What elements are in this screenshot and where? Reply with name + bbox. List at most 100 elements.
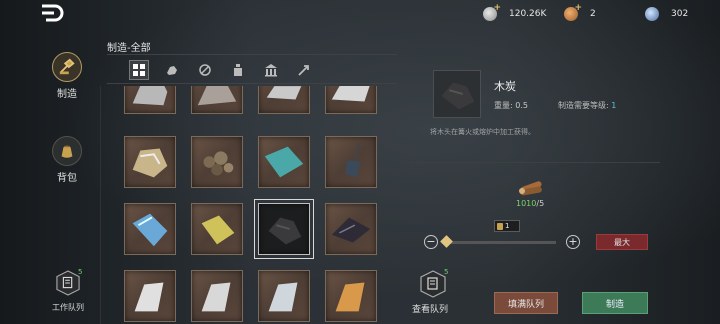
material-have: 1010 [516, 199, 537, 208]
sulfur-icon [201, 215, 235, 245]
potion-icon [234, 64, 242, 76]
minus-icon: − [426, 235, 436, 248]
gold-amount: 2 [590, 9, 596, 19]
gem-icon [645, 7, 659, 21]
queue-badge: 5 [444, 268, 449, 276]
item-required-level: 制造需要等级: 1 [558, 100, 616, 111]
quantity-slider[interactable] [442, 241, 556, 244]
decrease-button[interactable]: − [424, 235, 438, 249]
grid-item-gold-ore[interactable] [124, 136, 176, 188]
work-queue-button[interactable]: 5 工作队列 [48, 268, 88, 313]
grid-item-obsidian[interactable] [325, 203, 377, 255]
grid-icon [133, 64, 145, 76]
gravel-icon [203, 151, 234, 176]
selected-item-icon [433, 70, 481, 118]
currency-gem[interactable]: 302 [645, 6, 688, 22]
silver-coin-icon: + [483, 3, 501, 21]
level-label: 制造需要等级: [558, 101, 609, 110]
coin-icon [497, 222, 503, 230]
weight-label: 重量: [494, 101, 513, 110]
stone-pile-icon [197, 86, 237, 106]
divider [100, 86, 101, 324]
slider-handle[interactable] [440, 235, 453, 248]
divider [410, 162, 660, 163]
quantity-display: 1 [494, 220, 520, 232]
tab-wood[interactable] [195, 60, 215, 80]
currency-silver[interactable]: + 120.26K [483, 3, 547, 22]
craft-button[interactable]: 制造 [582, 292, 648, 314]
grid-item-gravel[interactable] [191, 136, 243, 188]
refined-ingot-icon [268, 282, 298, 312]
obsidian-icon [331, 217, 371, 243]
teal-cloth-icon [264, 146, 304, 178]
work-queue-badge: 5 [78, 268, 83, 276]
bag-icon [52, 136, 82, 166]
nav-bag-label: 背包 [57, 173, 77, 184]
gem-amount: 302 [671, 9, 689, 19]
iron-ingot-icon [266, 86, 302, 100]
copper-ingot-icon [335, 282, 365, 312]
tab-building[interactable] [261, 60, 281, 80]
plus-icon: + [568, 235, 578, 248]
grid-item-iron-ingot[interactable] [258, 86, 310, 114]
grid-item-blue-crystal[interactable] [124, 203, 176, 255]
level-value: 1 [611, 101, 617, 110]
fill-queue-button[interactable]: 填满队列 [494, 292, 558, 314]
grid-item-refined-ingot[interactable] [258, 270, 310, 322]
item-detail-panel: 木炭 重量: 0.5 制造需要等级: 1 将木头在篝火或熔炉中加工获得。 101… [410, 60, 670, 324]
material-need: 5 [539, 199, 545, 208]
material-wood-icon[interactable] [514, 172, 548, 200]
item-description: 将木头在篝火或熔炉中加工获得。 [430, 128, 535, 136]
arrow-icon [298, 65, 309, 76]
craft-title: 制造-全部 [107, 43, 151, 54]
plus-icon: + [493, 3, 501, 13]
grid-item-shovel[interactable] [325, 136, 377, 188]
charcoal-icon [268, 217, 302, 245]
category-bar [107, 54, 397, 84]
tab-potion[interactable] [228, 60, 248, 80]
gold-ore-icon [132, 148, 168, 178]
tab-all[interactable] [129, 60, 149, 80]
steel-plate-icon [331, 86, 370, 102]
grid-item-stone-pile[interactable] [191, 86, 243, 114]
grid-item-steel-plate[interactable] [325, 86, 377, 114]
back-arrow-icon [42, 4, 64, 22]
work-queue-icon [56, 270, 80, 296]
wood-icon [199, 64, 211, 76]
item-grid [120, 86, 385, 324]
tab-ore[interactable] [162, 60, 182, 80]
currency-gold[interactable]: + 2 [564, 3, 596, 22]
grid-item-copper-ingot[interactable] [325, 270, 377, 322]
tin-ingot-icon [201, 282, 231, 312]
silver-ore-icon [132, 86, 168, 106]
plus-icon: + [574, 3, 582, 13]
queue-icon [420, 270, 446, 298]
tab-arrow[interactable] [294, 60, 314, 80]
item-name: 木炭 [494, 80, 516, 93]
nav-craft-label: 制造 [57, 89, 77, 100]
charcoal-icon [441, 82, 475, 110]
increase-button[interactable]: + [566, 235, 580, 249]
grid-item-silver-ingot[interactable] [124, 270, 176, 322]
max-button[interactable]: 最大 [596, 234, 648, 250]
nav-bag[interactable]: 背包 [48, 136, 86, 184]
grid-item-teal-cloth[interactable] [258, 136, 310, 188]
view-queue-label: 查看队列 [412, 305, 449, 315]
craft-icon [52, 52, 82, 82]
grid-item-charcoal[interactable] [254, 199, 314, 259]
grid-item-sulfur[interactable] [191, 203, 243, 255]
shovel-icon [345, 144, 361, 178]
silver-ingot-icon [134, 282, 164, 312]
back-button[interactable] [40, 4, 64, 22]
grid-item-silver-ore[interactable] [124, 86, 176, 114]
material-count: 1010/5 [516, 199, 544, 208]
nav-craft[interactable]: 制造 [48, 52, 86, 100]
silver-amount: 120.26K [509, 9, 547, 19]
work-queue-label: 工作队列 [52, 303, 84, 312]
building-icon [265, 64, 277, 77]
blue-crystal-icon [132, 213, 168, 247]
item-weight: 重量: 0.5 [494, 100, 528, 111]
grid-item-tin-ingot[interactable] [191, 270, 243, 322]
weight-value: 0.5 [515, 101, 528, 110]
top-bar: + 120.26K + 2 302 [0, 0, 720, 28]
